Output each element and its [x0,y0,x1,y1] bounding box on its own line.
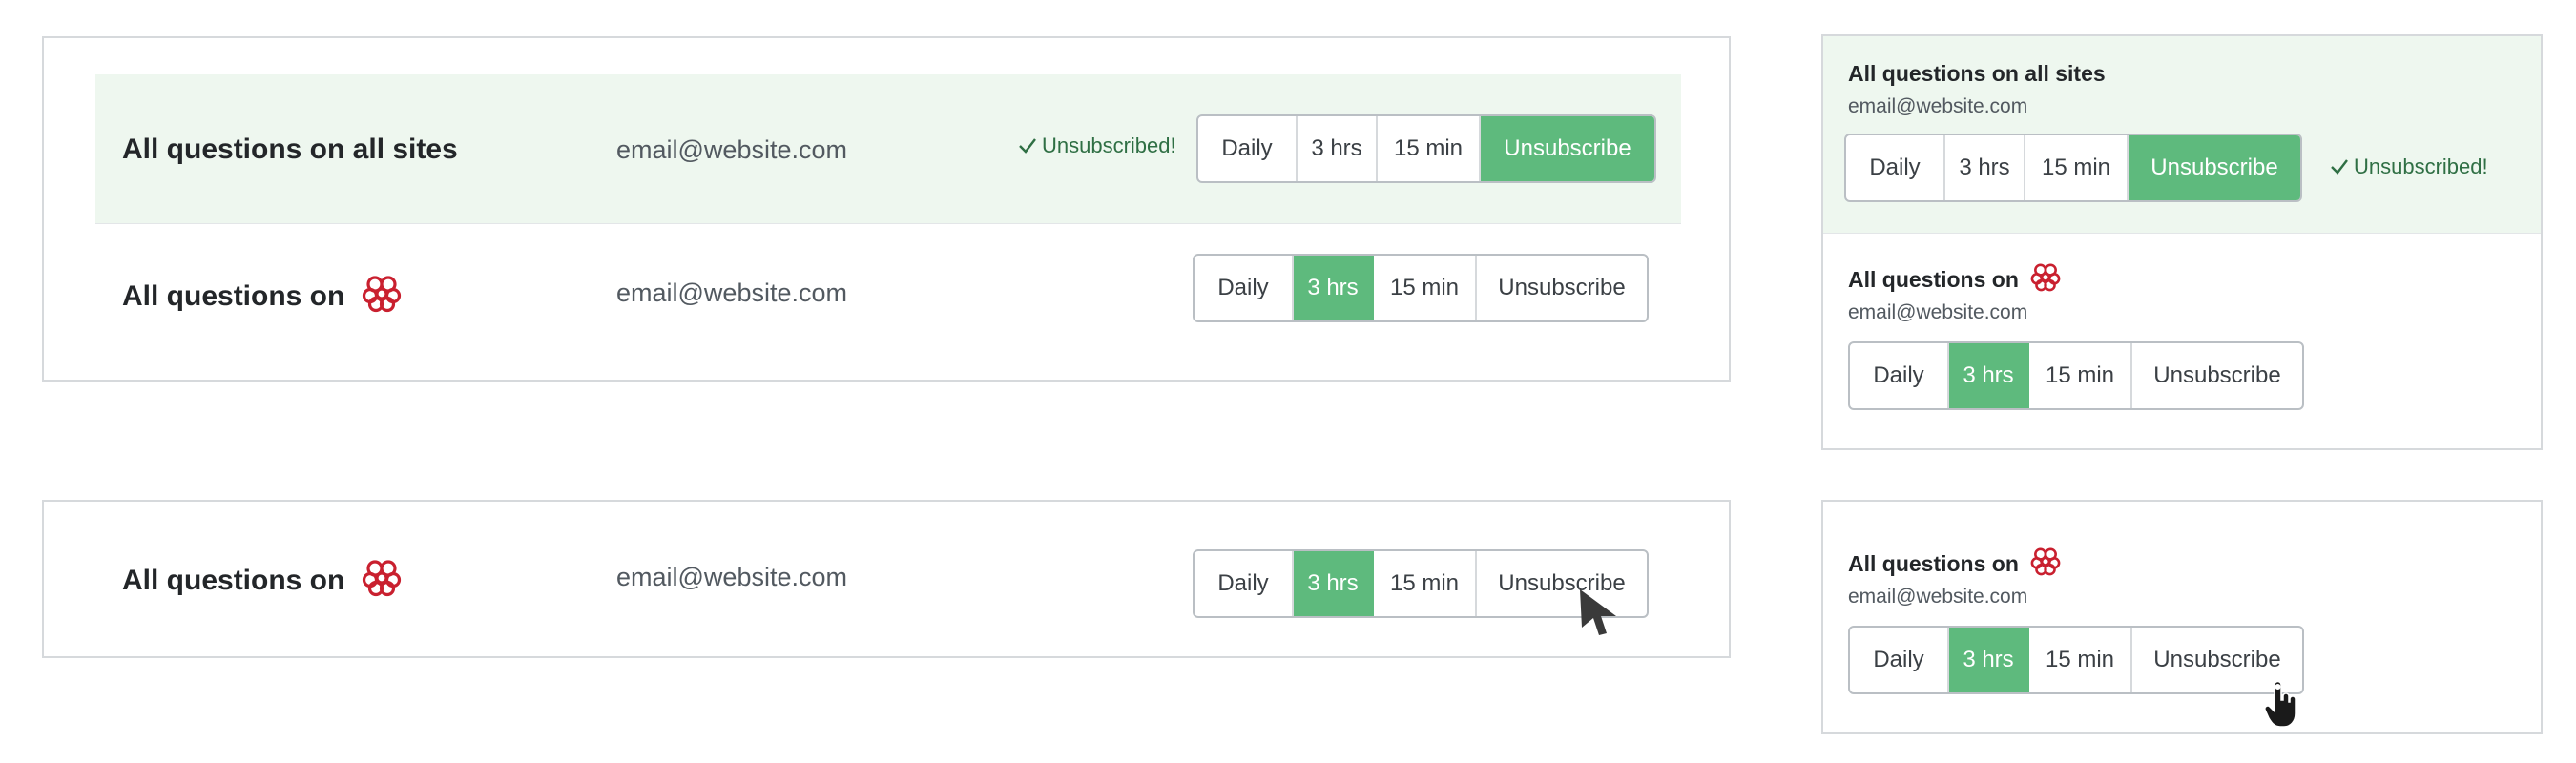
frequency-15min-button[interactable]: 15 min [2025,135,2129,200]
subscription-row-all-sites: All questions on all sites email@website… [95,74,1681,224]
unsubscribed-status: Unsubscribed! [1017,134,1176,158]
subscription-email: email@website.com [1848,95,2028,117]
subscription-title-text: All questions on [1848,550,2019,576]
unsubscribed-status-text: Unsubscribed! [1042,134,1176,157]
frequency-daily-button[interactable]: Daily [1198,116,1298,181]
frequency-15min-button[interactable]: 15 min [2029,628,2132,692]
subscription-row-all-sites: All questions on all sites email@website… [1823,36,2541,234]
frequency-daily-button[interactable]: Daily [1195,551,1294,616]
frequency-15min-button[interactable]: 15 min [1378,116,1481,181]
frequency-daily-button[interactable]: Daily [1846,135,1945,200]
subscription-email: email@website.com [616,278,847,307]
frequency-button-group: Daily 3 hrs 15 min Unsubscribe [1848,341,2304,410]
subscription-row-site: All questions on email@website.com Daily… [95,502,1681,656]
checkmark-icon [1019,138,1036,154]
subscription-list-wide-hover: All questions on email@website.com Daily… [42,500,1731,658]
subscription-row-site: All questions on email@website.com Daily… [95,223,1681,380]
subscription-title-text: All questions on [1848,266,2019,292]
unsubscribe-button[interactable]: Unsubscribe [2129,135,2300,200]
frequency-button-group: Daily 3 hrs 15 min Unsubscribe [1193,254,1649,322]
subscription-title: All questions on [1848,261,2061,298]
frequency-15min-button[interactable]: 15 min [1374,551,1477,616]
subscription-title: All questions on [122,273,402,320]
frequency-3hrs-button[interactable]: 3 hrs [1949,628,2029,692]
frequency-3hrs-button[interactable]: 3 hrs [1294,551,1374,616]
subscription-email: email@website.com [1848,301,2028,323]
subscription-list-narrow: All questions on all sites email@website… [1821,34,2543,450]
subscription-list-narrow-hover: All questions on email@website.com Daily… [1821,500,2543,734]
unsubscribe-button[interactable]: Unsubscribe [1481,116,1654,181]
subscription-title: All questions on all sites [1848,61,2106,87]
subscription-list-wide: All questions on all sites email@website… [42,36,1731,382]
frequency-3hrs-button[interactable]: 3 hrs [1949,343,2029,408]
subscription-row-site: All questions on email@website.com Daily… [1823,502,2541,732]
frequency-daily-button[interactable]: Daily [1850,628,1949,692]
subscription-title-text: All questions on [122,280,345,312]
frequency-3hrs-button[interactable]: 3 hrs [1294,256,1374,320]
frequency-button-group: Daily 3 hrs 15 min Unsubscribe [1844,134,2302,202]
subscription-email: email@website.com [616,563,847,591]
subscription-title: All questions on [1848,546,2061,582]
frequency-15min-button[interactable]: 15 min [2029,343,2132,408]
brain-logo-icon [2030,261,2061,298]
frequency-button-group: Daily 3 hrs 15 min Unsubscribe [1848,626,2304,694]
unsubscribed-status-text: Unsubscribed! [2354,155,2488,178]
subscription-row-site: All questions on email@website.com Daily… [1823,233,2541,448]
frequency-daily-button[interactable]: Daily [1195,256,1294,320]
brain-logo-icon [362,273,402,320]
subscription-title: All questions on all sites [122,134,458,166]
subscription-title-text: All questions on all sites [1848,61,2106,86]
subscription-title: All questions on [122,557,402,605]
frequency-3hrs-button[interactable]: 3 hrs [1298,116,1378,181]
unsubscribe-button[interactable]: Unsubscribe [2132,343,2302,408]
subscription-title-text: All questions on [122,565,345,596]
arrow-cursor-icon [1580,589,1616,635]
brain-logo-icon [362,557,402,605]
unsubscribe-button[interactable]: Unsubscribe [1477,256,1647,320]
unsubscribed-status: Unsubscribed! [2329,155,2488,179]
checkmark-icon [2331,159,2348,175]
hand-cursor-icon [2264,681,2296,728]
subscription-title-text: All questions on all sites [122,134,458,165]
subscription-email: email@website.com [1848,586,2028,608]
subscription-email: email@website.com [616,135,847,164]
frequency-15min-button[interactable]: 15 min [1374,256,1477,320]
unsubscribe-button[interactable]: Unsubscribe [1477,551,1647,616]
frequency-daily-button[interactable]: Daily [1850,343,1949,408]
frequency-button-group: Daily 3 hrs 15 min Unsubscribe [1196,114,1656,183]
frequency-3hrs-button[interactable]: 3 hrs [1945,135,2025,200]
brain-logo-icon [2030,546,2061,582]
